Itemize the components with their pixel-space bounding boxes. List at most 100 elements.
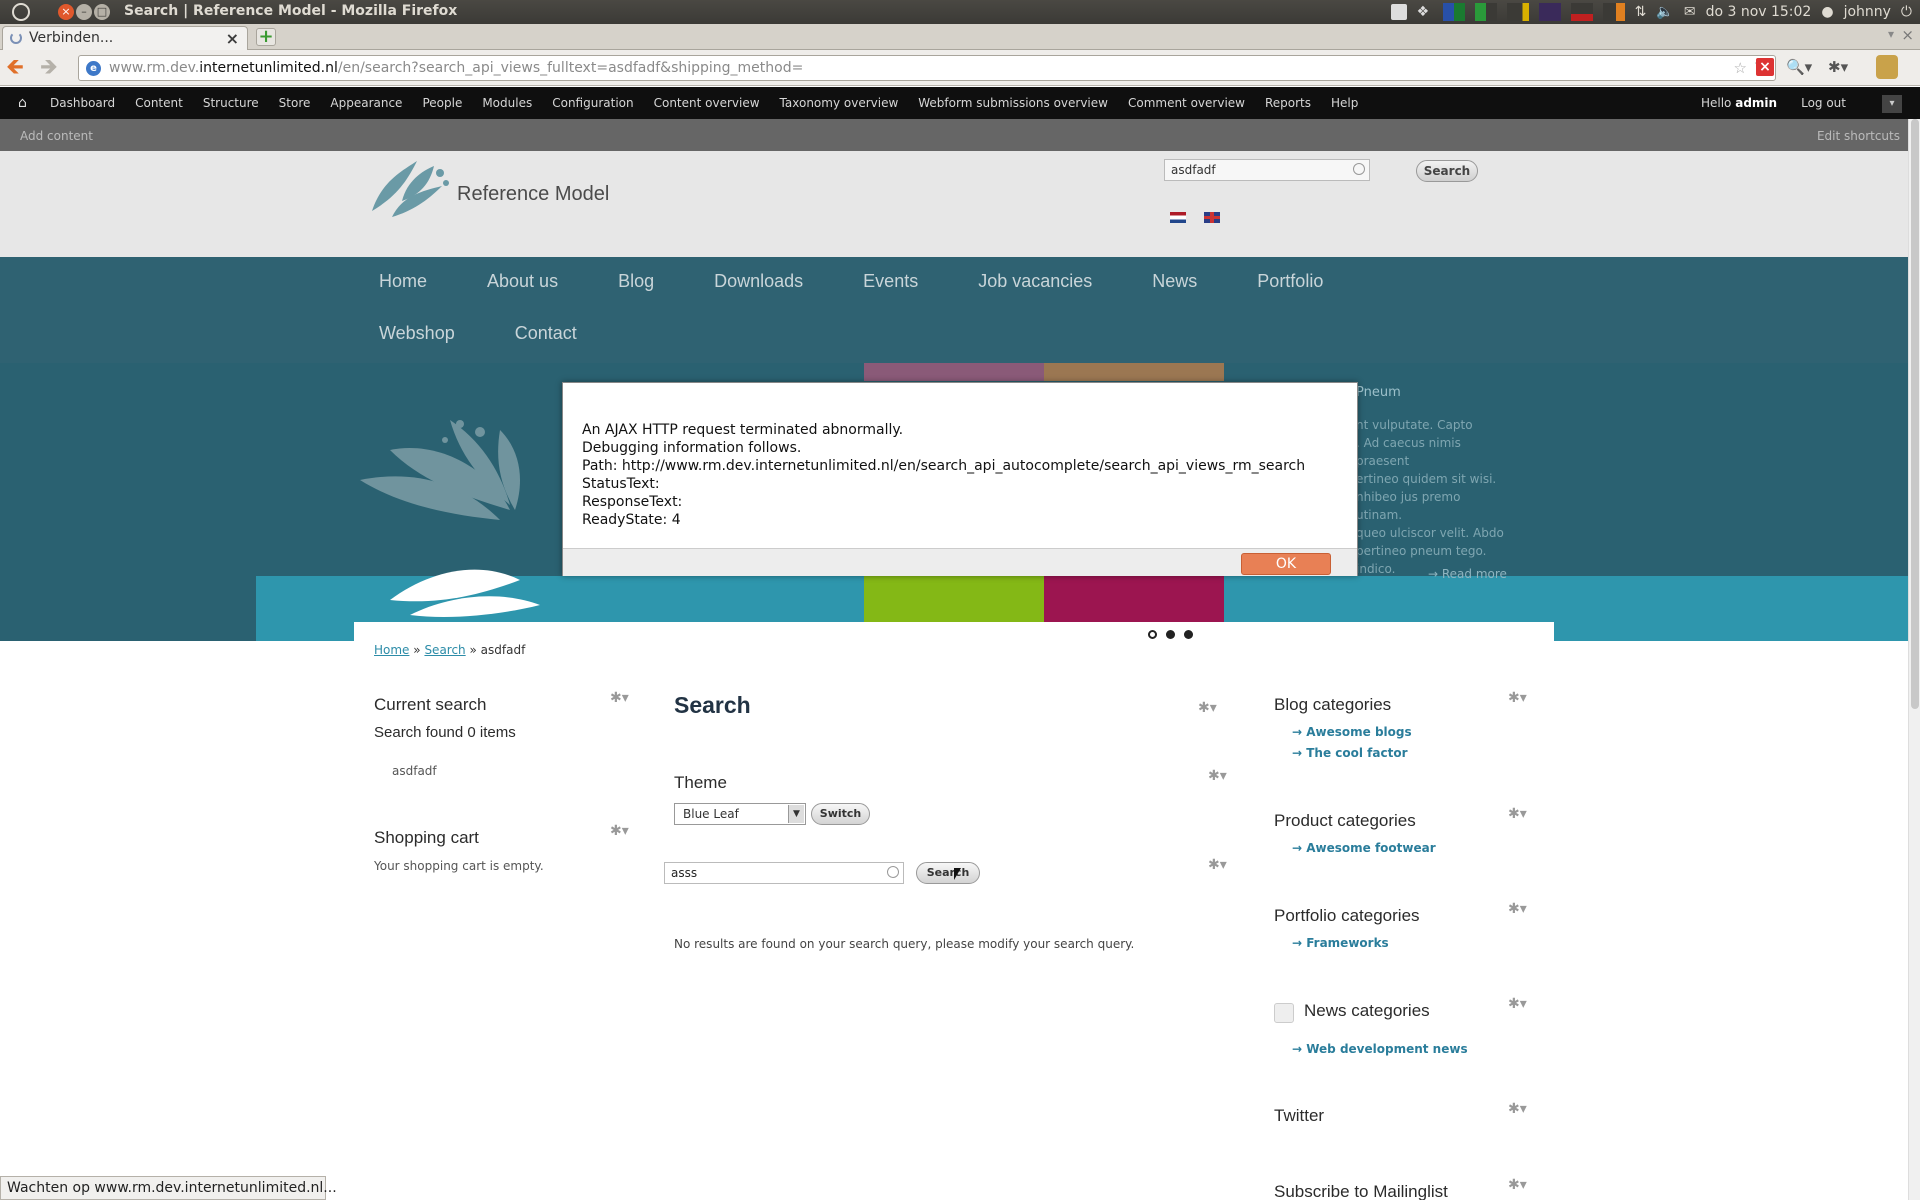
block-config-gear-icon[interactable]: ✱▾	[1508, 1101, 1527, 1117]
dutch-flag-icon[interactable]	[1170, 212, 1186, 223]
new-tab-button[interactable]: +	[256, 28, 276, 46]
addon-icon[interactable]: ✱▾	[1828, 58, 1848, 76]
main-nav-item[interactable]: Blog	[618, 271, 654, 323]
dropbox-icon[interactable]: ❖	[1417, 4, 1433, 20]
mail-icon[interactable]: ✉	[1684, 4, 1696, 20]
disk-meter-icon[interactable]	[1602, 3, 1625, 21]
sidebar-link-awesome-footwear[interactable]: Awesome footwear	[1292, 841, 1435, 855]
notes-icon[interactable]	[1390, 4, 1407, 20]
cpu-meter-icon[interactable]	[1442, 3, 1465, 21]
edit-shortcuts-link[interactable]: Edit shortcuts	[1817, 129, 1900, 143]
alert-line: An AJAX HTTP request terminated abnormal…	[582, 422, 904, 438]
admin-menu-item[interactable]: Webform submissions overview	[918, 96, 1108, 110]
add-content-link[interactable]: Add content	[20, 129, 93, 143]
scrollbar-thumb[interactable]	[1911, 119, 1919, 709]
admin-menu-item[interactable]: Help	[1331, 96, 1358, 110]
site-identity-icon[interactable]: e	[86, 61, 101, 76]
block-config-gear-icon[interactable]: ✱▾	[610, 690, 629, 706]
sidebar-link-awesome-blogs[interactable]: Awesome blogs	[1292, 725, 1411, 739]
username[interactable]: johnny	[1844, 4, 1891, 20]
window-maximize-button[interactable]: □	[94, 4, 110, 20]
site-name[interactable]: Reference Model	[457, 183, 609, 206]
clock[interactable]: do 3 nov 15:02	[1706, 4, 1812, 20]
pager-dot[interactable]	[1166, 630, 1175, 639]
swap-meter-icon[interactable]	[1506, 3, 1529, 21]
content-search-button[interactable]: Search	[916, 862, 980, 884]
user-status-icon[interactable]: ●	[1821, 4, 1833, 20]
load-meter-icon[interactable]	[1570, 3, 1593, 21]
switch-theme-button[interactable]: Switch	[811, 803, 870, 825]
logout-link[interactable]: Log out	[1801, 96, 1846, 110]
stop-button[interactable]: ×	[1756, 58, 1774, 76]
admin-menu-item[interactable]: Modules	[482, 96, 532, 110]
main-nav-item[interactable]: About us	[487, 271, 558, 323]
main-nav-item[interactable]: Portfolio	[1257, 271, 1323, 323]
admin-menu-item[interactable]: Reports	[1265, 96, 1311, 110]
home-icon[interactable]: ⌂	[18, 95, 27, 111]
admin-menu-item[interactable]: Taxonomy overview	[780, 96, 899, 110]
sidebar-link-web-development-news[interactable]: Web development news	[1292, 1042, 1467, 1056]
admin-menu-item[interactable]: Comment overview	[1128, 96, 1245, 110]
network-arrows-icon[interactable]: ⇅	[1635, 4, 1647, 20]
main-nav-item[interactable]: Home	[379, 271, 427, 323]
theme-select[interactable]: Blue Leaf ▼	[674, 803, 806, 825]
bookmark-star-icon[interactable]: ☆	[1734, 59, 1747, 77]
ubuntu-logo-icon[interactable]	[12, 3, 30, 21]
admin-menu-item[interactable]: Structure	[203, 96, 259, 110]
forward-button[interactable]: 🡺	[40, 57, 58, 79]
block-config-gear-icon[interactable]: ✱▾	[610, 823, 629, 839]
admin-menu-item[interactable]: Appearance	[330, 96, 402, 110]
block-config-gear-icon[interactable]: ✱▾	[1198, 700, 1217, 716]
url-bar[interactable]: e www.rm.dev.internetunlimited.nl/en/sea…	[78, 55, 1776, 81]
tab-list-icon[interactable]: ▾	[1888, 27, 1894, 41]
pager-dot[interactable]	[1148, 630, 1157, 639]
block-config-gear-icon[interactable]: ✱▾	[1508, 996, 1527, 1012]
admin-menu-item[interactable]: Dashboard	[50, 96, 115, 110]
alert-message: An AJAX HTTP request terminated abnormal…	[582, 421, 1305, 529]
volume-icon[interactable]: 🔈	[1656, 4, 1673, 20]
main-nav-item[interactable]: News	[1152, 271, 1197, 323]
search-engine-icon[interactable]: 🔍▾	[1786, 58, 1812, 76]
block-config-gear-icon[interactable]: ✱▾	[1508, 901, 1527, 917]
window-close-button[interactable]: ×	[58, 4, 74, 20]
admin-menu-item[interactable]: Store	[279, 96, 311, 110]
extension-icon[interactable]	[1876, 55, 1898, 79]
main-nav-item[interactable]: Events	[863, 271, 918, 323]
rss-feed-icon[interactable]	[1274, 1003, 1294, 1023]
pager-dot[interactable]	[1184, 630, 1193, 639]
window-minimize-button[interactable]: –	[76, 4, 92, 20]
block-config-gear-icon[interactable]: ✱▾	[1208, 857, 1227, 873]
alert-ok-button[interactable]: OK	[1241, 553, 1331, 575]
tab-close-icon[interactable]: ×	[226, 29, 239, 48]
main-nav-item[interactable]: Downloads	[714, 271, 803, 323]
admin-username[interactable]: admin	[1735, 96, 1777, 110]
block-config-gear-icon[interactable]: ✱▾	[1508, 690, 1527, 706]
breadcrumb-search-link[interactable]: Search	[424, 643, 465, 657]
memory-meter-icon[interactable]	[1474, 3, 1497, 21]
block-config-gear-icon[interactable]: ✱▾	[1208, 768, 1227, 784]
power-icon[interactable]: ⏻	[1901, 4, 1912, 20]
admin-menu-item[interactable]: Content overview	[654, 96, 760, 110]
block-config-gear-icon[interactable]: ✱▾	[1508, 1177, 1527, 1193]
admin-menu-item[interactable]: Configuration	[552, 96, 633, 110]
read-more-link[interactable]: → Read more	[1428, 567, 1507, 581]
page-scrollbar[interactable]	[1908, 119, 1920, 1200]
admin-menu-item[interactable]: Content	[135, 96, 183, 110]
english-flag-icon[interactable]	[1204, 212, 1220, 223]
sidebar-link-frameworks[interactable]: Frameworks	[1292, 936, 1388, 950]
active-query-item[interactable]: asdfadf	[392, 764, 437, 778]
admin-menu-item[interactable]: People	[422, 96, 462, 110]
sidebar-link-cool-factor[interactable]: The cool factor	[1292, 746, 1407, 760]
header-search-button[interactable]: Search	[1416, 160, 1478, 182]
toolbar-toggle-button[interactable]: ▾	[1882, 95, 1902, 113]
content-search-input[interactable]: asss	[664, 862, 904, 884]
back-button[interactable]: 🡸	[6, 57, 24, 79]
block-config-gear-icon[interactable]: ✱▾	[1508, 806, 1527, 822]
main-nav-item[interactable]: Job vacancies	[978, 271, 1092, 323]
network-meter-icon[interactable]	[1538, 3, 1561, 21]
breadcrumb-home-link[interactable]: Home	[374, 643, 409, 657]
header-search-input[interactable]: asdfadf	[1164, 159, 1370, 181]
site-logo-icon[interactable]	[362, 151, 454, 223]
close-tab-icon[interactable]: ×	[1901, 26, 1914, 44]
browser-tab[interactable]: Verbinden... ×	[2, 26, 248, 50]
